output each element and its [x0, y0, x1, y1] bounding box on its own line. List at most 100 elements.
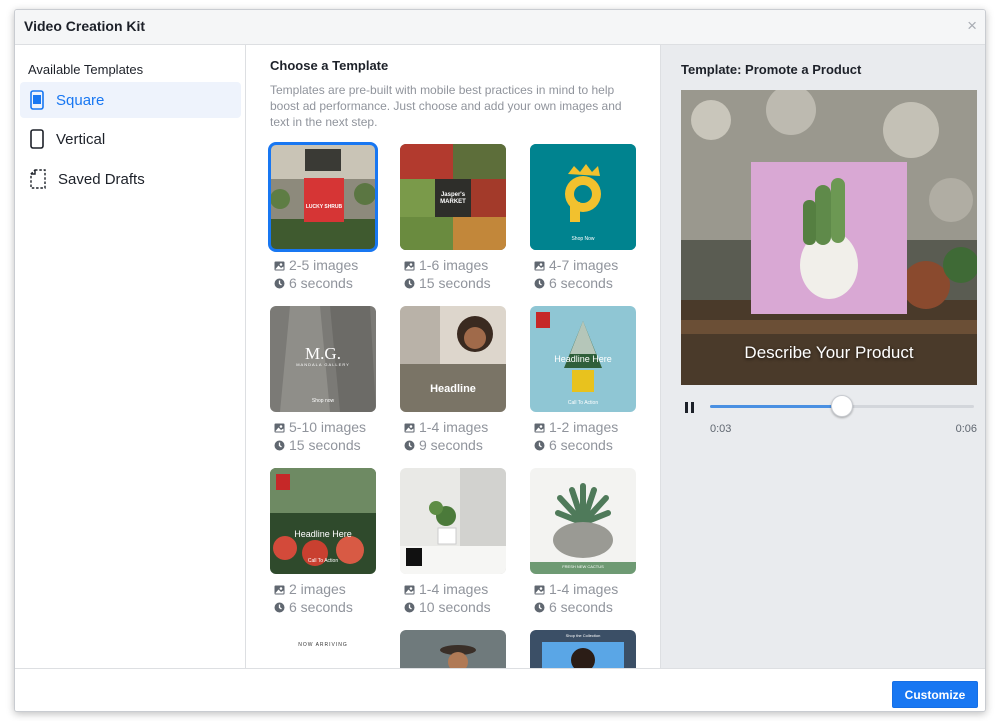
preview-title: Template: Promote a Product — [681, 62, 862, 77]
template-image-count: 1-4 images — [419, 581, 489, 597]
clock-icon — [534, 602, 545, 612]
template-card[interactable]: Shop Now 4-7 images 6 seconds — [530, 144, 638, 292]
thumbnail-cta: Call To Action — [307, 558, 339, 564]
pause-icon[interactable] — [685, 402, 695, 413]
template-card[interactable] — [400, 630, 508, 668]
template-meta: 1-4 images 9 seconds — [400, 418, 508, 454]
dialog-footer: Customize — [15, 668, 985, 711]
sidebar-heading: Available Templates — [28, 62, 144, 77]
template-card[interactable]: Headline 1-4 images 9 seconds — [400, 306, 508, 454]
sidebar-item-square[interactable]: Square — [20, 82, 241, 118]
template-card[interactable]: 1-4 images 10 seconds — [400, 468, 508, 616]
template-image-count: 1-4 images — [549, 581, 619, 597]
total-time: 0:06 — [955, 423, 977, 435]
template-meta: 2-5 images 6 seconds — [270, 256, 378, 292]
clock-icon — [534, 278, 545, 288]
template-image-count: 2-5 images — [289, 257, 359, 273]
close-icon[interactable]: × — [967, 17, 977, 34]
thumbnail-text: Shop the Collection — [565, 633, 601, 638]
dialog-title: Video Creation Kit — [24, 18, 146, 34]
template-preview-panel: Template: Promote a Product Describe You — [660, 45, 985, 668]
thumbnail-art — [400, 468, 506, 574]
template-duration: 15 seconds — [419, 275, 491, 291]
images-icon — [274, 585, 285, 594]
clock-icon — [404, 440, 415, 450]
template-thumbnail[interactable]: Headline Here Call To Action — [530, 306, 636, 412]
playback-scrubber[interactable] — [710, 395, 974, 417]
template-image-count: 2 images — [289, 581, 346, 597]
template-card[interactable]: FRESH NEW CACTUS 1-4 images 6 seconds — [530, 468, 638, 616]
clock-icon — [404, 278, 415, 288]
thumbnail-art — [530, 468, 636, 574]
template-image-count: 5-10 images — [289, 419, 367, 435]
images-icon — [274, 261, 285, 270]
draft-document-icon — [30, 169, 46, 189]
template-duration: 15 seconds — [289, 437, 361, 453]
thumbnail-text: Shop Now — [571, 236, 595, 242]
images-icon — [404, 585, 415, 594]
customize-button[interactable]: Customize — [892, 681, 978, 708]
thumbnail-art — [270, 144, 376, 250]
section-title: Choose a Template — [270, 58, 389, 73]
vertical-phone-icon — [30, 129, 44, 149]
clock-icon — [534, 440, 545, 450]
template-card[interactable]: Headline Here Call To Action 2 images 6 … — [270, 468, 378, 616]
square-phone-icon — [30, 90, 44, 110]
images-icon — [404, 423, 415, 432]
sidebar-item-label: Saved Drafts — [58, 170, 145, 188]
sidebar-item-vertical[interactable]: Vertical — [20, 121, 241, 157]
template-type-sidebar: Available Templates Square Vertical Save… — [15, 45, 246, 668]
template-thumbnail[interactable] — [400, 468, 506, 574]
template-meta: 1-4 images 10 seconds — [400, 580, 508, 616]
scrubber-handle[interactable] — [831, 395, 853, 417]
thumbnail-art — [530, 144, 636, 250]
thumbnail-text: FRESH NEW CACTUS — [562, 564, 604, 569]
template-duration: 6 seconds — [549, 599, 613, 615]
template-card[interactable]: Jasper's MARKET 1-6 images 15 seconds — [400, 144, 508, 292]
thumbnail-art — [400, 630, 506, 668]
playback-progress — [710, 405, 842, 408]
template-duration: 6 seconds — [289, 275, 353, 291]
clock-icon — [274, 440, 285, 450]
template-meta: 2 images 6 seconds — [270, 580, 378, 616]
sidebar-item-saved-drafts[interactable]: Saved Drafts — [20, 161, 241, 197]
template-thumbnail[interactable]: NOW ARRIVING — [270, 630, 376, 668]
images-icon — [534, 261, 545, 270]
preview-image — [681, 90, 977, 385]
video-preview[interactable]: Describe Your Product — [681, 90, 977, 385]
thumbnail-text: Headline — [430, 383, 476, 395]
template-card[interactable]: M.G. MANDALA GALLERY Shop now 5-10 image… — [270, 306, 378, 454]
thumbnail-text: Headline Here — [294, 529, 352, 539]
template-duration: 10 seconds — [419, 599, 491, 615]
images-icon — [274, 423, 285, 432]
thumbnail-cta: Call To Action — [567, 400, 599, 406]
thumbnail-text: LUCKY SHRUB — [305, 204, 343, 210]
images-icon — [534, 423, 545, 432]
sidebar-item-label: Vertical — [56, 130, 106, 148]
template-card[interactable]: NOW ARRIVING — [270, 630, 378, 668]
template-thumbnail[interactable]: M.G. MANDALA GALLERY Shop now — [270, 306, 376, 412]
template-thumbnail[interactable]: Headline Here Call To Action — [270, 468, 376, 574]
thumbnail-art — [400, 306, 506, 412]
template-thumbnail[interactable]: Jasper's MARKET — [400, 144, 506, 250]
template-thumbnail[interactable]: Shop the Collection — [530, 630, 636, 668]
template-thumbnail[interactable]: Headline — [400, 306, 506, 412]
template-card[interactable]: LUCKY SHRUB 2-5 images 6 seconds — [268, 142, 378, 292]
template-thumbnail[interactable]: Shop Now — [530, 144, 636, 250]
thumbnail-subtext: MANDALA GALLERY — [296, 362, 350, 367]
template-duration: 6 seconds — [549, 437, 613, 453]
template-meta: 1-2 images 6 seconds — [530, 418, 638, 454]
template-duration: 9 seconds — [419, 437, 483, 453]
template-thumbnail[interactable] — [400, 630, 506, 668]
template-card[interactable]: Headline Here Call To Action 1-2 images … — [530, 306, 638, 454]
template-card[interactable]: Shop the Collection — [530, 630, 638, 668]
preview-caption: Describe Your Product — [744, 343, 914, 362]
clock-icon — [274, 602, 285, 612]
template-meta: 1-6 images 15 seconds — [400, 256, 508, 292]
template-meta: 1-4 images 6 seconds — [530, 580, 638, 616]
template-thumbnail[interactable]: LUCKY SHRUB — [268, 142, 378, 252]
thumbnail-text: Jasper's MARKET — [440, 192, 466, 205]
template-thumbnail[interactable]: FRESH NEW CACTUS — [530, 468, 636, 574]
images-icon — [404, 261, 415, 270]
template-meta: 5-10 images 15 seconds — [270, 418, 378, 454]
